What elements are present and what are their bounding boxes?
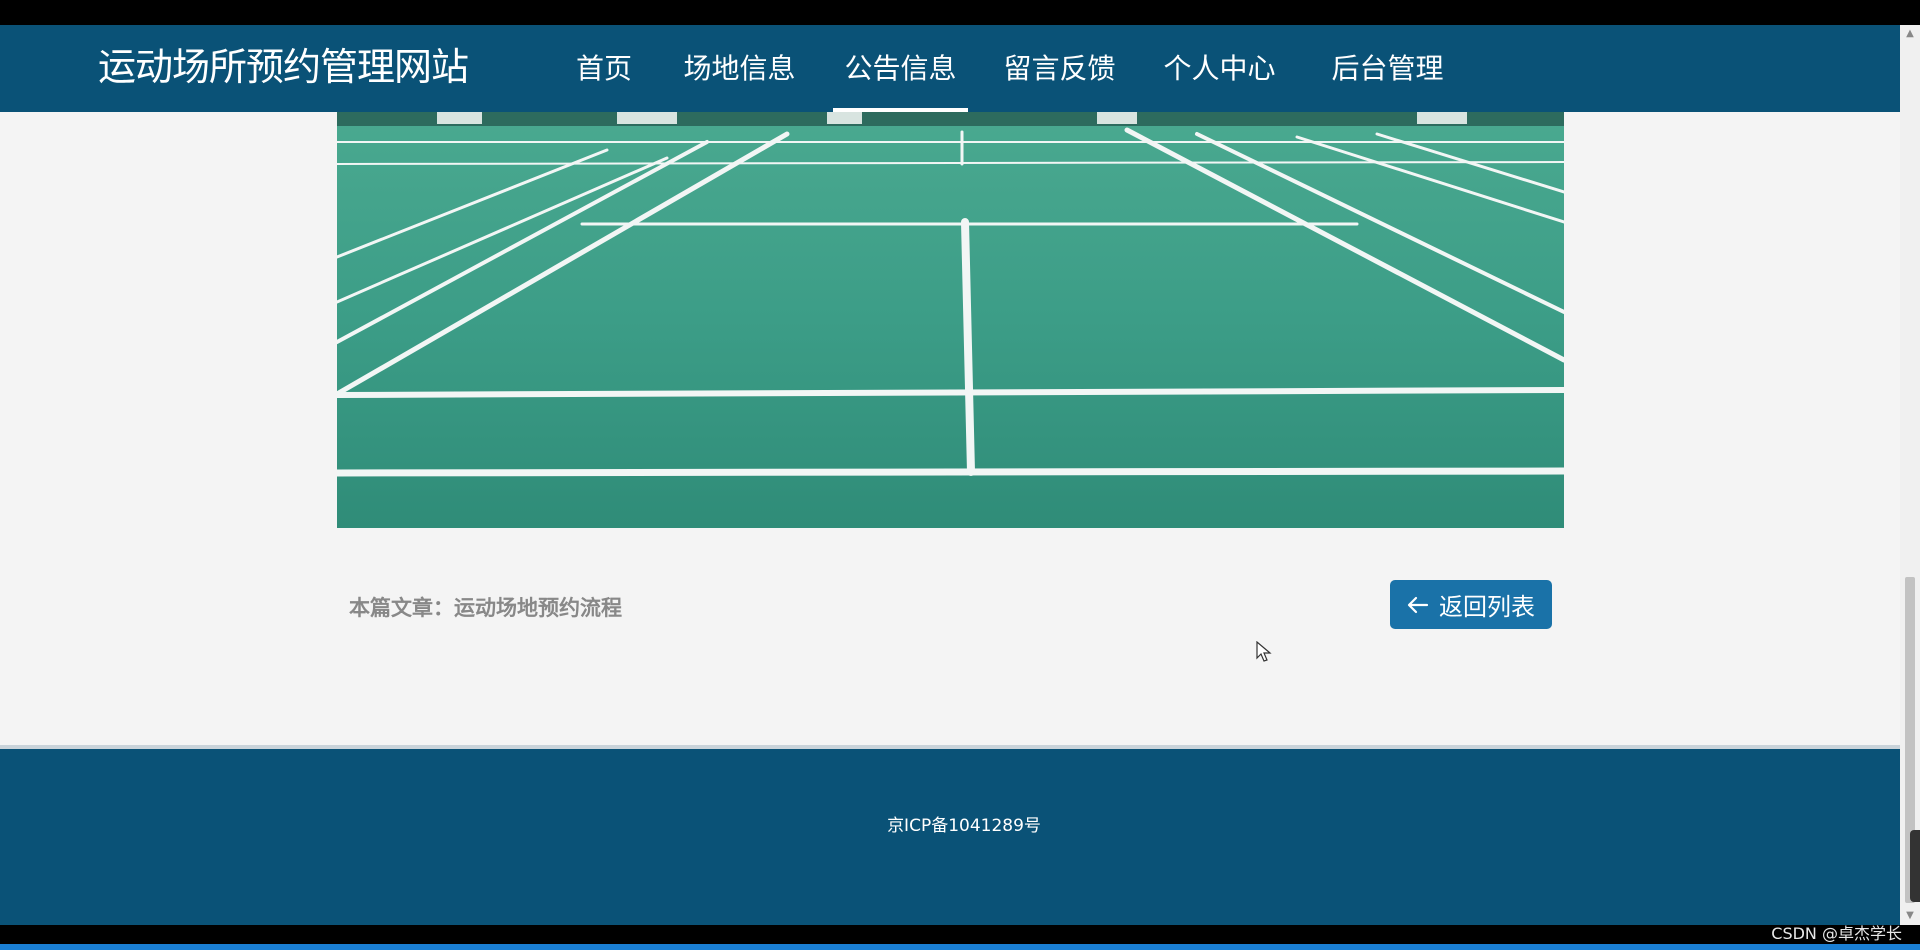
nav-admin[interactable]: 后台管理 (1331, 25, 1444, 112)
nav-feedback[interactable]: 留言反馈 (1003, 25, 1116, 112)
current-article-label: 本篇文章：运动场地预约流程 (349, 596, 622, 620)
site-footer: 京ICP备1041289号 (0, 745, 1900, 925)
taskbar-progress-line (0, 944, 1920, 950)
side-widget[interactable] (1910, 830, 1920, 902)
article-image (337, 112, 1564, 528)
mouse-cursor-icon (1256, 641, 1272, 662)
badminton-court-photo (337, 112, 1564, 528)
scroll-up-icon[interactable]: ▲ (1900, 25, 1920, 43)
arrow-left-icon (1407, 596, 1429, 613)
nav-home[interactable]: 首页 (574, 25, 634, 112)
site-header: 运动场所预约管理网站 首页 场地信息 公告信息 留言反馈 个人中心 后台管理 (0, 25, 1900, 112)
site-title: 运动场所预约管理网站 (98, 45, 469, 89)
scroll-down-icon[interactable]: ▼ (1900, 907, 1920, 925)
icp-record: 京ICP备1041289号 (887, 816, 1041, 836)
nav-announcements[interactable]: 公告信息 (833, 25, 968, 112)
browser-viewport: 运动场所预约管理网站 首页 场地信息 公告信息 留言反馈 个人中心 后台管理 本… (0, 25, 1900, 925)
nav-profile[interactable]: 个人中心 (1163, 25, 1276, 112)
back-to-list-button[interactable]: 返回列表 (1390, 580, 1552, 629)
page-scrollbar[interactable]: ▲ ▼ (1900, 25, 1920, 925)
watermark: CSDN @卓杰学长 (1771, 924, 1902, 943)
back-to-list-label: 返回列表 (1439, 593, 1535, 621)
nav-venues[interactable]: 场地信息 (683, 25, 796, 112)
